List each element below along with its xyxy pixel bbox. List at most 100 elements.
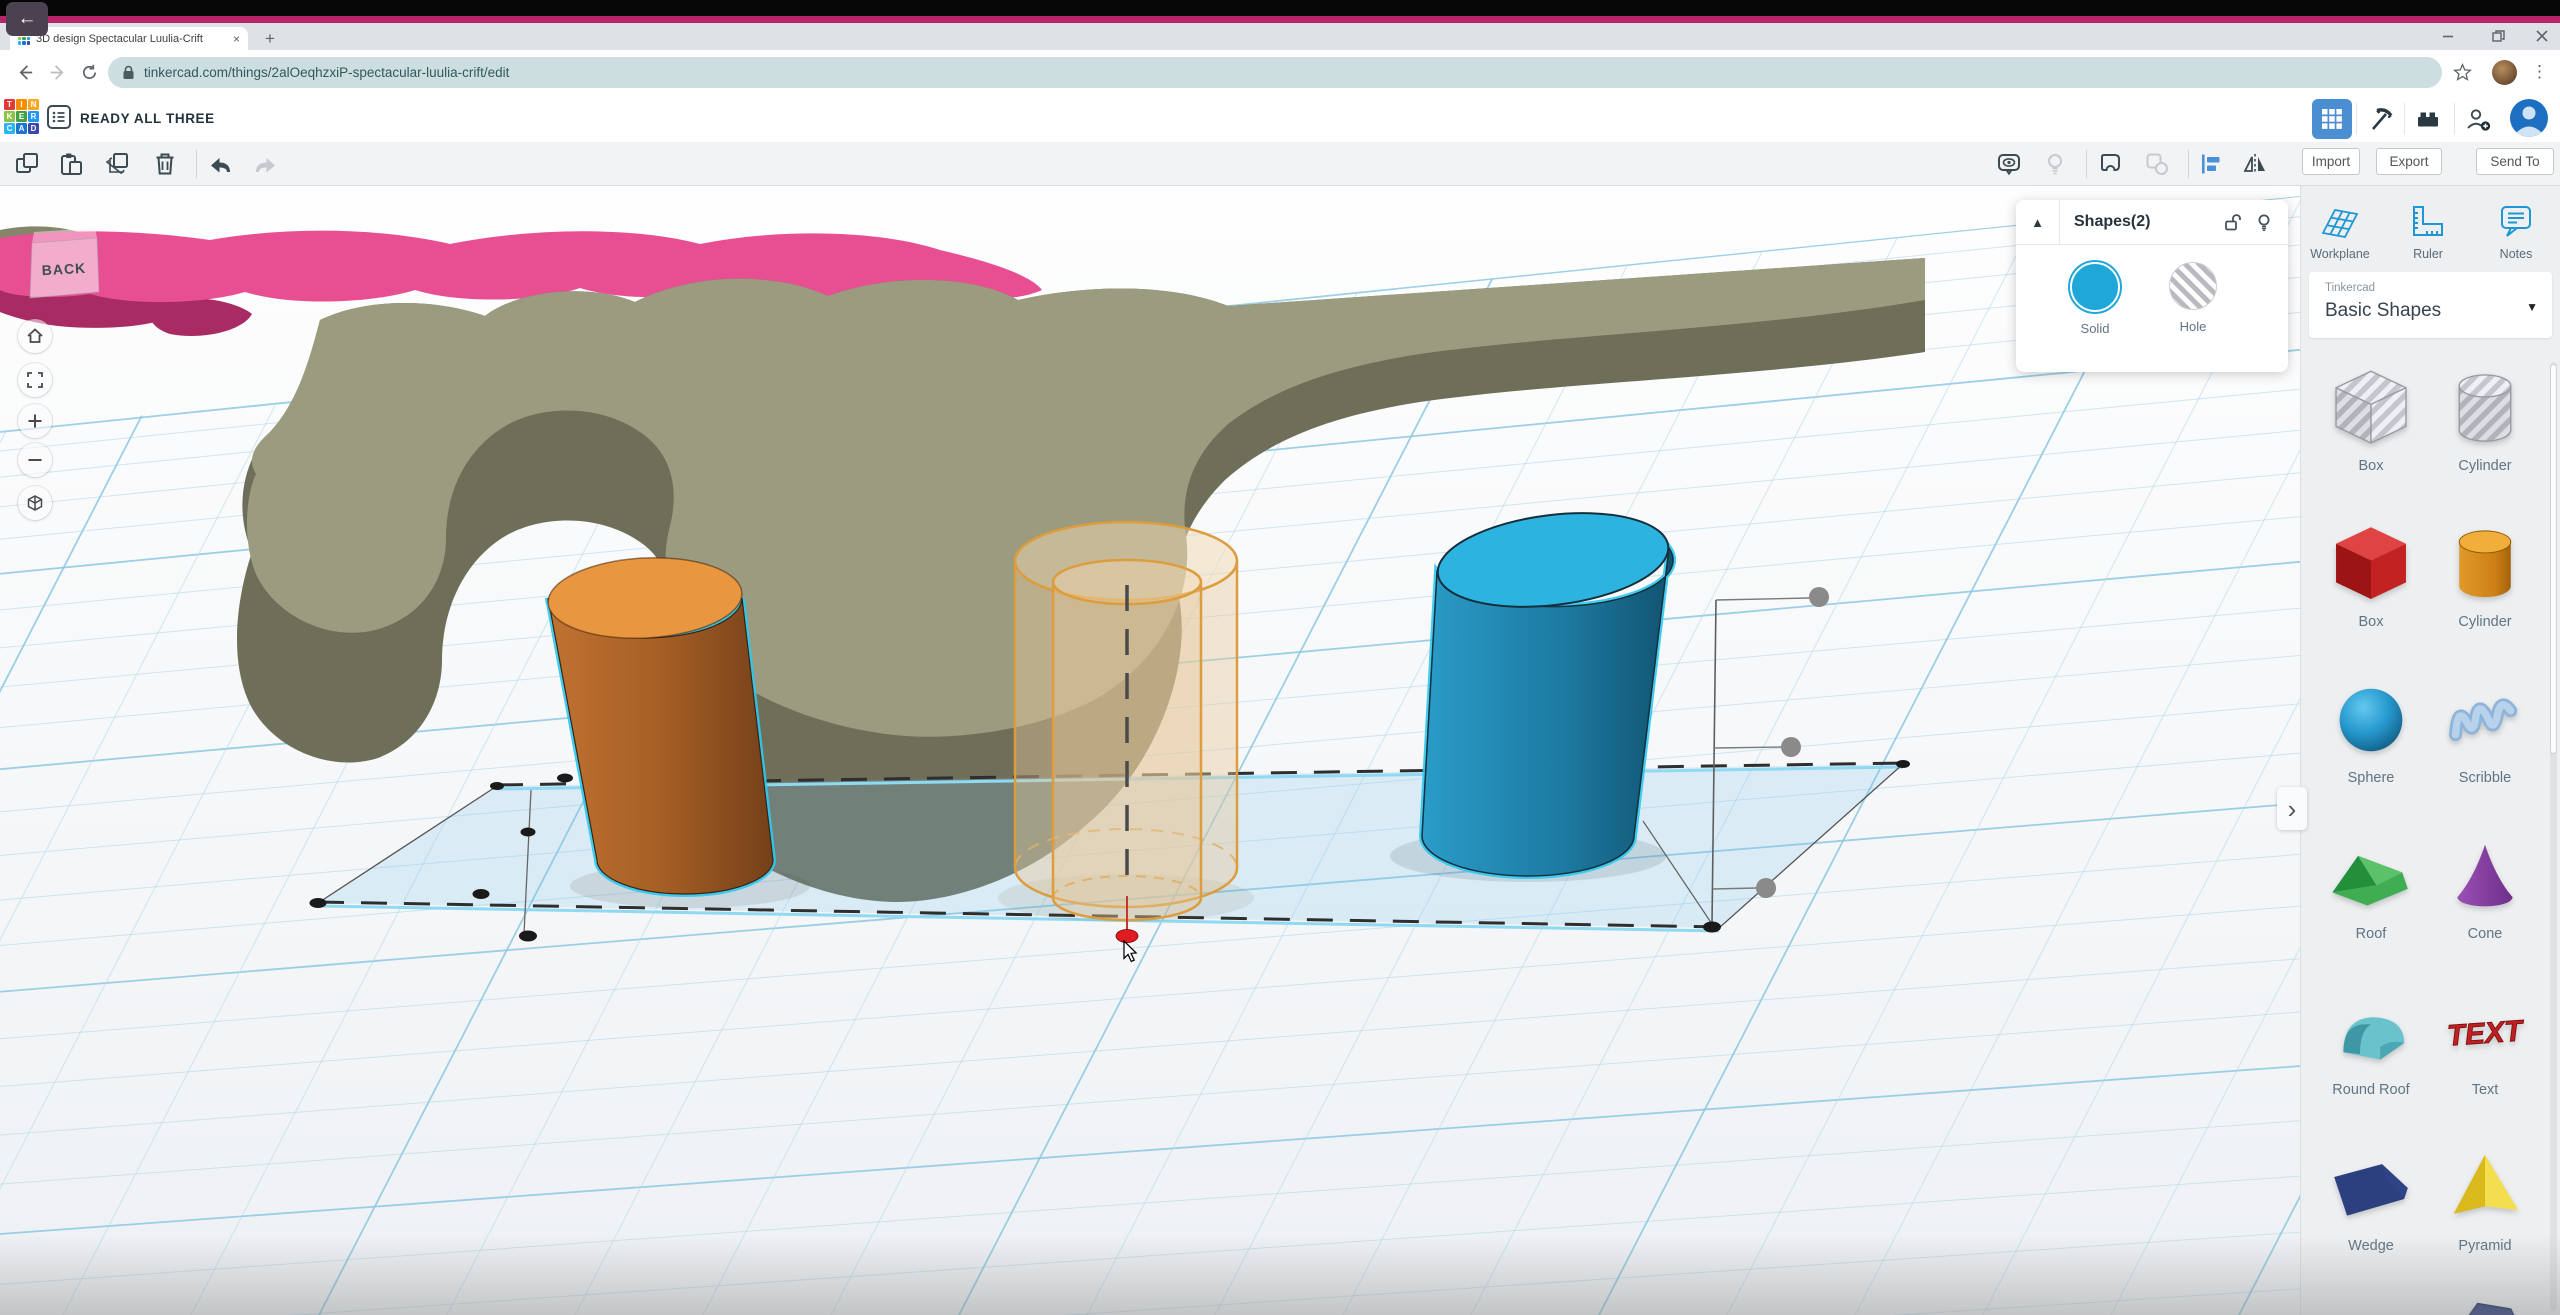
hole-option[interactable]: Hole [2158,262,2228,334]
logo-tile: I [16,99,27,110]
shape-tile[interactable]: Cylinder [2429,518,2541,630]
shape-tile[interactable]: Roof [2315,830,2427,942]
redo-icon[interactable] [252,151,278,177]
mouse-cursor-icon [1124,941,1136,961]
fit-frame-icon [25,370,45,390]
panel-collapse-button[interactable]: ▲ [2016,200,2060,244]
divider [2454,103,2455,135]
shape-tile[interactable]: Round Roof [2315,986,2427,1098]
workplane-label: Workplane [2301,247,2379,261]
shape-tile[interactable]: Cone [2429,830,2541,942]
zoom-in-button[interactable] [18,404,52,438]
shape-label: Sphere [2315,770,2427,786]
browser-forward-icon[interactable] [48,63,67,82]
notes-tool[interactable]: Notes [2477,200,2555,261]
workplane-tool[interactable]: Workplane [2301,200,2379,261]
scrollbar-thumb[interactable] [2550,364,2557,754]
svg-text:TEXT: TEXT [2446,1014,2526,1052]
tab-title: 3D design Spectacular Luulia-Crift [36,33,227,45]
minimize-icon[interactable] [2440,28,2456,44]
back-overlay-button[interactable]: ← [6,2,48,36]
shape-grid: Box Cylinder Box Cylinder Sphere Scribbl… [2301,356,2560,1315]
copy-icon[interactable] [14,151,40,177]
show-all-icon[interactable] [1996,151,2022,177]
hide-lightbulb-icon[interactable] [2254,212,2274,232]
new-tab-button[interactable]: + [260,29,280,49]
shape-tile[interactable]: Sphere [2315,674,2427,786]
close-icon[interactable] [2534,28,2550,44]
hole-label: Hole [2158,319,2228,334]
undo-icon[interactable] [208,151,234,177]
tinkercad-logo[interactable]: TINKERCAD [4,99,39,134]
minus-icon [25,450,45,470]
import-button[interactable]: Import [2302,148,2360,175]
group-icon[interactable] [2098,151,2124,177]
scene-canvas: BACK [0,186,2300,1315]
shape-tile[interactable]: Scribble [2429,674,2541,786]
browser-avatar[interactable] [2492,60,2517,85]
bookmark-star-icon[interactable] [2452,62,2473,83]
ruler-label: Ruler [2389,247,2467,261]
brick-export-button[interactable] [2408,99,2448,139]
ungroup-icon[interactable] [2144,151,2170,177]
divider [2188,150,2189,178]
export-button[interactable]: Export [2376,148,2442,175]
shape-tile[interactable]: Box [2315,518,2427,630]
panel-expand-button[interactable]: › [2277,787,2307,830]
browser-reload-icon[interactable] [80,63,99,82]
share-invite-button[interactable] [2458,99,2498,139]
fit-view-button[interactable] [18,363,52,397]
shape-tile[interactable] [2429,1298,2541,1315]
home-view-button[interactable] [18,319,52,353]
shape-icon: TEXT [2439,986,2531,1078]
perspective-toggle-button[interactable] [18,486,52,520]
align-icon[interactable] [2198,151,2224,177]
shape-label: Cylinder [2429,614,2541,630]
viewport-3d[interactable]: BACK [0,186,2300,1315]
blue-cylinder[interactable] [1422,501,1674,876]
solid-option[interactable]: Solid [2060,262,2130,336]
shape-tile[interactable]: Box [2315,362,2427,474]
shape-tile[interactable]: TEXT Text [2429,986,2541,1098]
theme-accent-strip [0,16,2560,23]
zoom-out-button[interactable] [18,443,52,477]
blocks-view-button[interactable] [2312,99,2352,139]
paste-icon[interactable] [58,151,84,177]
duplicate-icon[interactable] [104,151,130,177]
plus-icon [25,411,45,431]
logo-tile: N [28,99,39,110]
tab-close-icon[interactable]: × [233,32,240,46]
browser-back-icon[interactable] [16,63,35,82]
design-properties-icon[interactable] [46,104,72,130]
url-field[interactable]: tinkercad.com/things/2alOeqhzxiP-spectac… [108,57,2442,88]
notes-icon [2494,200,2538,244]
send-to-button[interactable]: Send To [2476,148,2554,175]
shape-tile[interactable] [2315,1298,2427,1315]
grid-icon [2321,108,2343,130]
top-black-bar [0,0,2560,16]
shape-label: Pyramid [2429,1238,2541,1254]
delete-icon[interactable] [152,151,178,177]
mirror-icon[interactable] [2242,151,2268,177]
browser-menu-icon[interactable]: ⋮ [2531,62,2548,82]
unlock-icon[interactable] [2222,212,2242,232]
shape-tile[interactable]: Pyramid [2429,1142,2541,1254]
logo-tile: E [16,111,27,122]
chevron-right-icon: › [2288,799,2297,819]
account-avatar[interactable] [2510,99,2548,137]
shape-icon [2439,362,2531,454]
view-cube[interactable]: BACK [30,228,99,298]
shape-tile[interactable]: Wedge [2315,1142,2427,1254]
shape-tile[interactable]: Cylinder [2429,362,2541,474]
library-scrollbar[interactable] [2550,362,2557,1311]
ghost-cylinder[interactable] [1015,522,1237,920]
minecraft-export-button[interactable] [2360,99,2400,139]
logo-tile: C [4,123,15,134]
divider [2086,150,2087,178]
ruler-tool[interactable]: Ruler [2389,200,2467,261]
back-arrow-icon: ← [18,8,37,30]
library-dropdown[interactable]: Tinkercad Basic Shapes ▼ [2309,272,2552,338]
restore-icon[interactable] [2490,28,2506,44]
tinker-lightbulb-icon[interactable] [2042,151,2068,177]
shape-label: Cylinder [2429,458,2541,474]
